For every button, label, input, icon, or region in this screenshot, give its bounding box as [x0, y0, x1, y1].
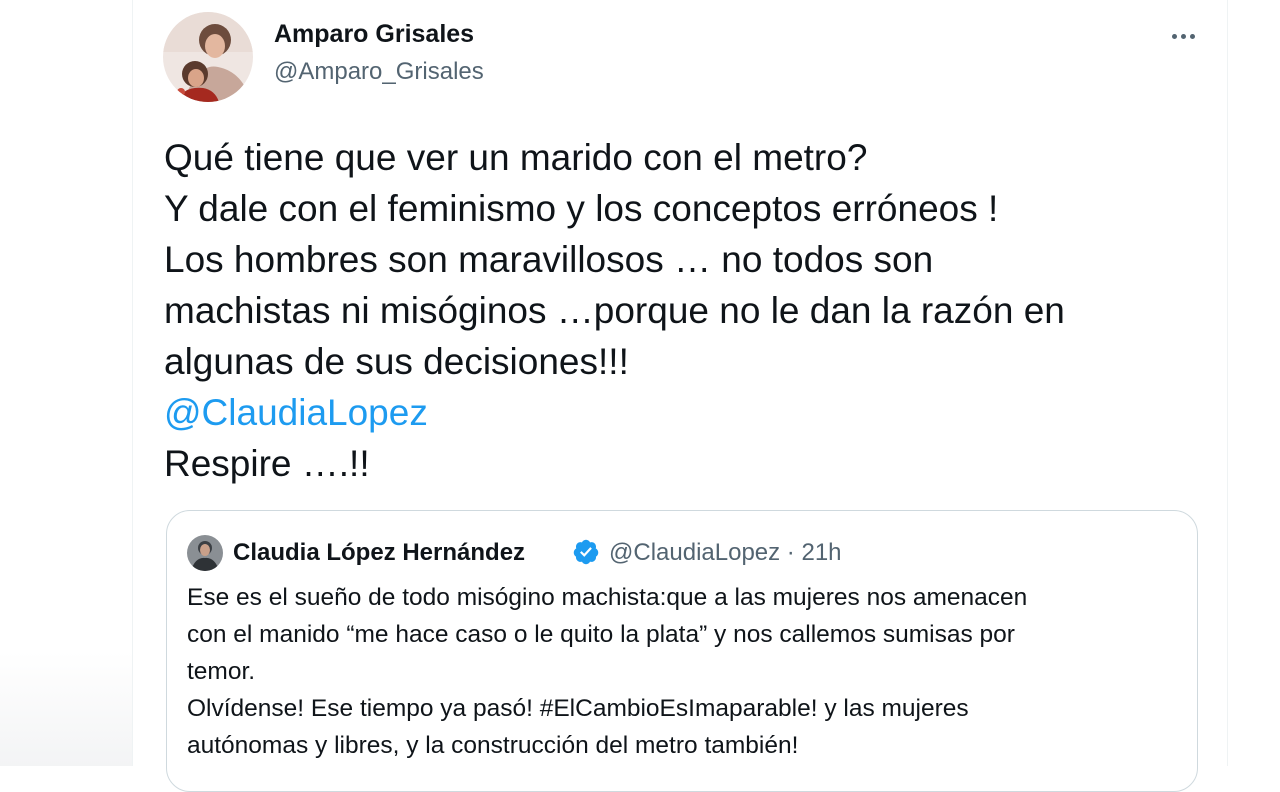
author-handle[interactable]: @Amparo_Grisales — [274, 58, 484, 86]
tweet-text-line: algunas de sus decisiones!!! — [164, 341, 629, 382]
quote-text: Ese es el sueño de todo misógino machist… — [187, 579, 1177, 764]
more-options-button[interactable] — [1165, 20, 1201, 52]
quote-text-line: Ese es el sueño de todo misógino machist… — [187, 584, 1028, 611]
verified-badge-icon — [572, 538, 600, 566]
tweet-card[interactable]: Amparo Grisales @Amparo_Grisales Qué tie… — [132, 0, 1228, 792]
tweet-text: Qué tiene que ver un marido con el metro… — [164, 132, 1214, 489]
quote-handle-time[interactable]: @ClaudiaLopez · 21h — [609, 539, 842, 567]
quote-text-line: con el manido “me hace caso o le quito l… — [187, 621, 1015, 648]
right-gutter — [1228, 0, 1280, 766]
author-name[interactable]: Amparo Grisales — [274, 20, 474, 49]
tweet-text-line: Los hombres son maravillosos … no todos … — [164, 239, 934, 280]
quote-text-line: Olvídense! Ese tiempo ya pasó! #ElCambio… — [187, 695, 969, 722]
more-horizontal-icon-dot — [1189, 33, 1195, 39]
tweet-text-line: machistas ni misóginos …porque no le dan… — [164, 290, 1065, 331]
more-horizontal-icon-dot — [1180, 33, 1186, 39]
quoted-tweet[interactable]: Claudia López Hernández @ClaudiaLopez · … — [166, 510, 1198, 792]
more-horizontal-icon — [1171, 33, 1177, 39]
tweet-text-line: Y dale con el feminismo y los conceptos … — [164, 188, 999, 229]
quote-text-line: autónomas y libres, y la construcción de… — [187, 732, 799, 759]
quote-author-avatar[interactable] — [187, 535, 223, 571]
quote-text-line: temor. — [187, 658, 256, 685]
quote-author-name[interactable]: Claudia López Hernández — [233, 539, 525, 567]
left-gutter — [0, 0, 132, 766]
author-avatar[interactable] — [163, 12, 253, 102]
tweet-text-line: Qué tiene que ver un marido con el metro… — [164, 137, 868, 178]
tweet-text-line: Respire ….!! — [164, 443, 370, 484]
mention-link[interactable]: @ClaudiaLopez — [164, 387, 1214, 438]
